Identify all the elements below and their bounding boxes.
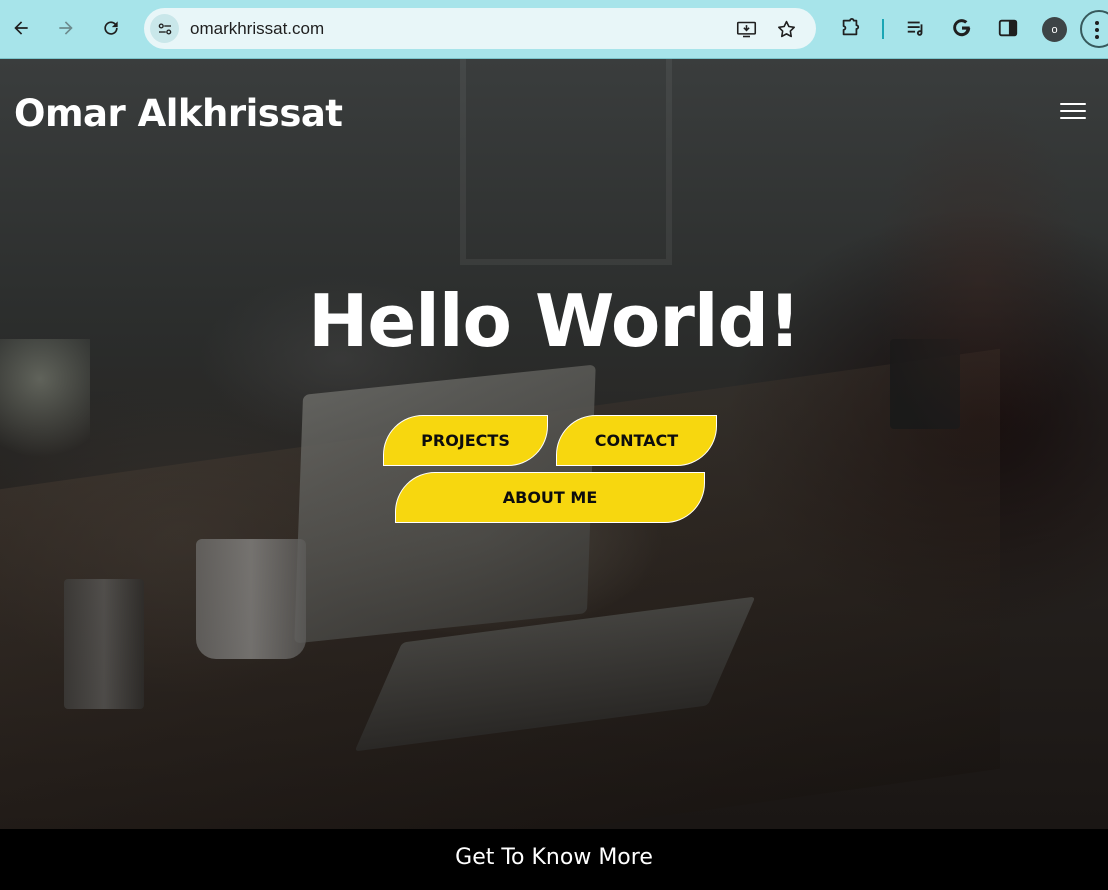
projects-button[interactable]: PROJECTS — [383, 415, 548, 466]
background-window — [460, 59, 672, 265]
background-plant-pot — [196, 539, 306, 659]
google-icon[interactable] — [948, 14, 976, 42]
star-icon[interactable] — [774, 17, 798, 41]
reload-icon[interactable] — [95, 12, 127, 44]
media-queue-icon[interactable] — [902, 14, 930, 42]
profile-avatar[interactable]: o — [1042, 17, 1067, 42]
site-brand[interactable]: Omar Alkhrissat — [14, 92, 343, 135]
background-pen-cup — [64, 579, 144, 709]
hero-section: Omar Alkhrissat Hello World! PROJECTS CO… — [0, 59, 1108, 829]
about-me-button[interactable]: ABOUT ME — [395, 472, 705, 523]
toolbar-divider — [882, 19, 884, 39]
hamburger-menu-icon[interactable] — [1060, 103, 1086, 123]
background-flowers — [0, 339, 90, 499]
site-info-icon[interactable] — [150, 14, 179, 43]
footer-bar: Get To Know More — [0, 829, 1108, 890]
background-person — [840, 99, 1108, 829]
hero-headline: Hello World! — [308, 279, 801, 363]
url-text[interactable]: omarkhrissat.com — [190, 19, 324, 39]
back-arrow-icon[interactable] — [5, 12, 37, 44]
side-panel-icon[interactable] — [994, 14, 1022, 42]
get-to-know-more-link[interactable]: Get To Know More — [0, 845, 1108, 870]
contact-button[interactable]: CONTACT — [556, 415, 717, 466]
puzzle-icon[interactable] — [836, 14, 864, 42]
kebab-menu-icon[interactable] — [1092, 19, 1102, 41]
install-app-icon[interactable] — [734, 17, 758, 41]
forward-arrow-icon[interactable] — [50, 12, 82, 44]
browser-toolbar: omarkhrissat.com o — [0, 0, 1108, 59]
address-bar[interactable]: omarkhrissat.com — [144, 8, 816, 49]
